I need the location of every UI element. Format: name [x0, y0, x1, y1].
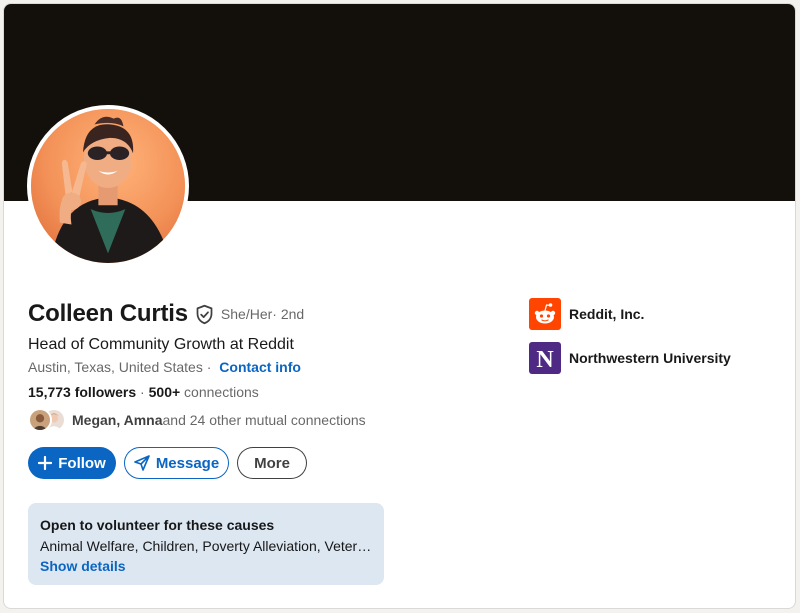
profile-headline: Head of Community Growth at Reddit: [28, 336, 294, 353]
connections-count[interactable]: 500+: [149, 384, 181, 400]
more-label: More: [254, 454, 290, 472]
followers-count[interactable]: 15,773 followers: [28, 384, 136, 400]
send-icon: [134, 455, 150, 471]
mutual-avatars: [28, 408, 68, 432]
message-button[interactable]: Message: [124, 447, 229, 479]
location-row: Austin, Texas, United States · Contact i…: [28, 359, 301, 375]
northwestern-logo-letter: N: [536, 347, 554, 373]
profile-actions: Follow Message More: [28, 447, 307, 479]
organization-list: Reddit, Inc. N Northwestern University: [529, 298, 731, 386]
mutual-connections[interactable]: Megan, Amna and 24 other mutual connecti…: [28, 408, 366, 432]
follow-label: Follow: [58, 454, 106, 472]
volunteer-title: Open to volunteer for these causes: [40, 517, 275, 533]
reddit-logo-icon: [529, 298, 561, 330]
volunteer-causes: Animal Welfare, Children, Poverty Allevi…: [40, 538, 372, 554]
location-separator: ·: [202, 359, 216, 375]
org-item-reddit[interactable]: Reddit, Inc.: [529, 298, 731, 330]
mutual-avatar: [28, 408, 52, 432]
northwestern-logo-icon: N: [529, 342, 561, 374]
stats-separator: ·: [136, 384, 149, 400]
org-item-northwestern[interactable]: N Northwestern University: [529, 342, 731, 374]
profile-photo-illustration: [31, 109, 185, 263]
org-name: Northwestern University: [569, 350, 731, 366]
contact-info-link[interactable]: Contact info: [219, 359, 301, 375]
show-details-link[interactable]: Show details: [40, 558, 372, 574]
volunteer-card: Open to volunteer for these causes Anima…: [28, 503, 384, 585]
network-stats: 15,773 followers · 500+ connections: [28, 384, 259, 400]
profile-photo[interactable]: [27, 105, 189, 267]
mutual-rest: and 24 other mutual connections: [162, 412, 366, 428]
org-name: Reddit, Inc.: [569, 306, 645, 322]
profile-card: Colleen Curtis She/Her · 2nd Head of Com…: [3, 3, 796, 609]
profile-name-row: Colleen Curtis She/Her · 2nd: [28, 300, 304, 328]
connection-degree: · 2nd: [272, 306, 305, 322]
profile-location: Austin, Texas, United States: [28, 359, 203, 375]
connections-label: connections: [180, 384, 259, 400]
more-button[interactable]: More: [237, 447, 307, 479]
profile-name: Colleen Curtis: [28, 300, 188, 327]
follow-button[interactable]: Follow: [28, 447, 116, 479]
mutual-names: Megan, Amna: [72, 412, 163, 428]
plus-icon: [38, 456, 53, 470]
message-label: Message: [155, 454, 220, 472]
profile-pronouns: She/Her: [220, 306, 273, 322]
verified-shield-icon[interactable]: [194, 304, 215, 325]
